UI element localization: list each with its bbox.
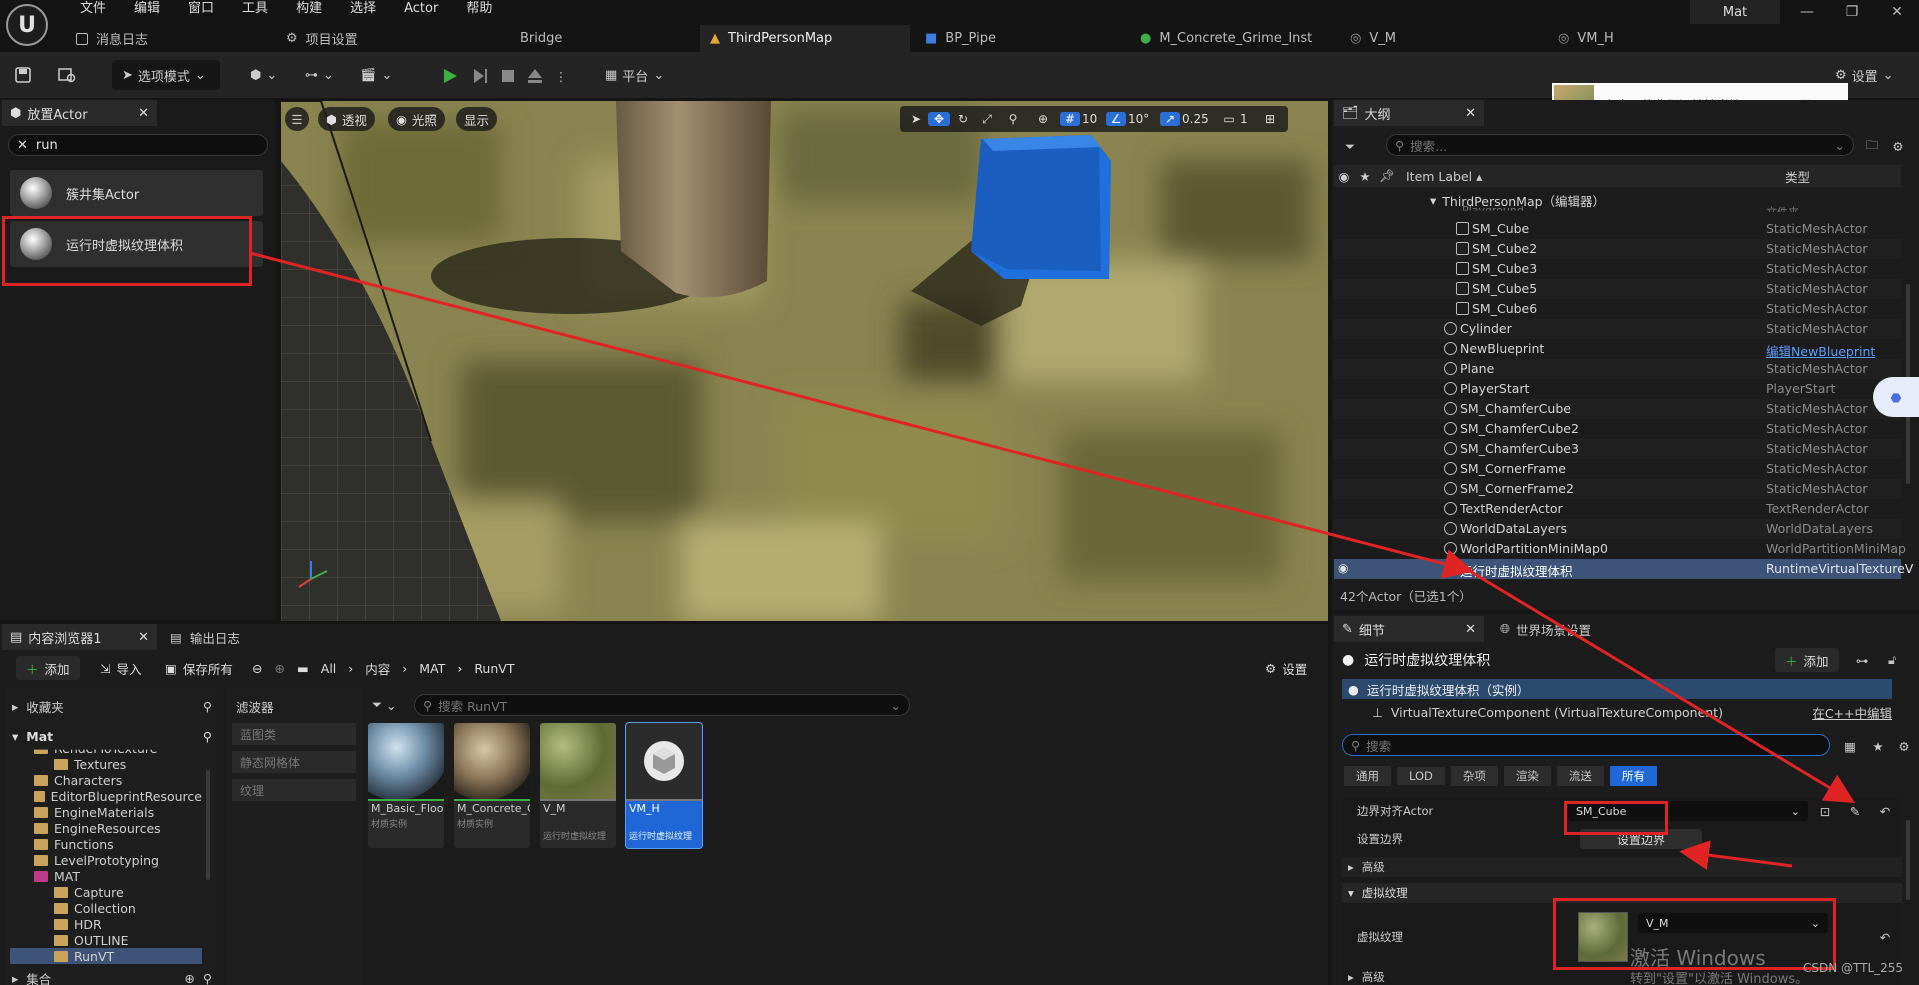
arrow-to-eyedropper xyxy=(1467,568,1856,804)
arrow-actor-to-outliner xyxy=(249,251,1474,579)
annotation-arrows xyxy=(249,251,1856,870)
activate-windows-watermark: 激活 Windows xyxy=(1630,946,1766,970)
activate-windows-hint: 转到"设置"以激活 Windows。 xyxy=(1630,972,1809,985)
arrow-to-set-bounds xyxy=(1679,840,1793,870)
credit-watermark: CSDN @TTL_255 xyxy=(1803,961,1904,975)
